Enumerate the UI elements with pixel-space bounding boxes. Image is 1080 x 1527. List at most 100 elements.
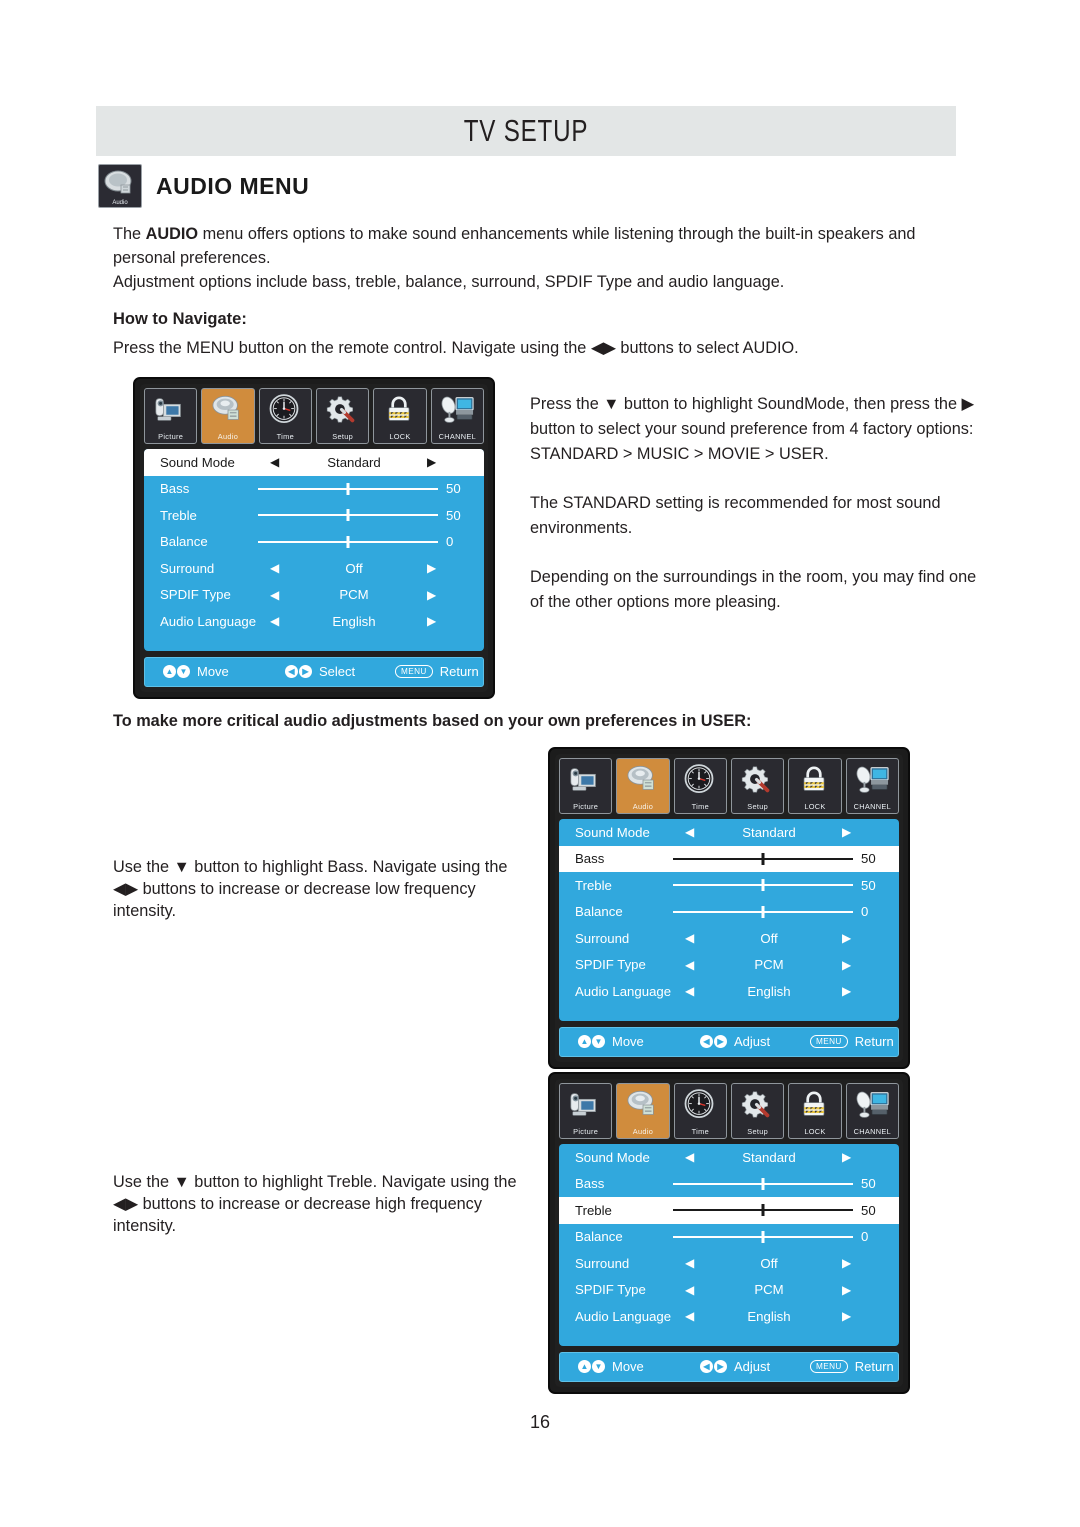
tab-picture[interactable]: Picture [559,1083,613,1139]
arrow-right-icon[interactable]: ▶ [842,1256,851,1270]
osd-row-sound-mode[interactable]: Sound Mode ◀ Standard ▶ [559,1144,899,1171]
osd-row-audio-language[interactable]: Audio Language ◀ English ▶ [559,1303,899,1330]
tab-time[interactable]: Time [673,1083,727,1139]
osd-slider-track[interactable] [258,535,438,548]
arrow-left-icon[interactable]: ◀ [270,614,279,628]
osd-row-bass[interactable]: Bass 50 [559,845,899,872]
footer-middle[interactable]: ◀ ▶ Adjust [700,1034,770,1049]
arrow-right-icon[interactable]: ▶ [427,561,436,575]
osd-row-bass[interactable]: Bass 50 [144,476,484,503]
footer-return[interactable]: MENU Return [810,1359,894,1374]
osd-row-treble[interactable]: Treble 50 [559,1197,899,1224]
arrow-right-icon[interactable]: ▶ [842,958,851,972]
osd-slider-track[interactable] [673,879,853,892]
tab-setup[interactable]: Setup [730,1083,785,1139]
tab-time[interactable]: Time [258,388,312,444]
arrow-left-icon[interactable]: ◀ [270,561,279,575]
tab-channel[interactable]: CHANNEL [845,758,899,814]
up-down-arrows-icon: ▲ ▼ [578,1035,605,1048]
osd-slider-track[interactable] [258,509,438,522]
up-down-arrows-icon: ▲ ▼ [163,665,190,678]
osd-slider-knob[interactable] [346,482,350,495]
osd-row-audio-language[interactable]: Audio Language ◀ English ▶ [144,608,484,635]
osd-slider-knob[interactable] [761,905,765,918]
tab-setup[interactable]: Setup [315,388,370,444]
footer-move[interactable]: ▲ ▼ Move [578,1034,644,1049]
footer-return[interactable]: MENU Return [810,1034,894,1049]
osd-footer-bar: ▲ ▼ Move ◀ ▶ Select MENU Return [144,656,484,687]
arrow-left-icon[interactable]: ◀ [685,1150,694,1164]
osd-row-balance[interactable]: Balance 0 [144,529,484,556]
osd-row-sound-mode[interactable]: Sound Mode ◀ Standard ▶ [144,449,484,476]
arrow-left-icon[interactable]: ◀ [685,984,694,998]
osd-slider-knob[interactable] [761,1230,765,1243]
footer-middle[interactable]: ◀ ▶ Adjust [700,1359,770,1374]
osd-slider-knob[interactable] [761,1177,765,1190]
tab-lock[interactable]: LOCK [788,1083,842,1139]
osd-row-treble[interactable]: Treble 50 [144,502,484,529]
tab-time[interactable]: Time [673,758,727,814]
tab-lock[interactable]: LOCK [788,758,842,814]
osd-row-surround[interactable]: Surround ◀ Off ▶ [559,1250,899,1277]
arrow-right-icon[interactable]: ▶ [427,455,436,469]
tab-channel[interactable]: CHANNEL [845,1083,899,1139]
tab-picture[interactable]: Picture [144,388,198,444]
tab-audio[interactable]: Audio [201,388,255,444]
arrow-right-icon[interactable]: ▶ [842,931,851,945]
tab-setup[interactable]: Setup [730,758,785,814]
osd-slider-knob[interactable] [761,879,765,892]
osd-slider-knob[interactable] [761,1204,765,1217]
osd-row-spdif-type[interactable]: SPDIF Type ◀ PCM ▶ [559,952,899,979]
osd-slider-track[interactable] [673,1204,853,1217]
arrow-right-icon[interactable]: ▶ [842,984,851,998]
right-column-text: Press the ▼ button to highlight SoundMod… [530,392,980,615]
tab-lock[interactable]: LOCK [373,388,427,444]
arrow-left-icon[interactable]: ◀ [685,825,694,839]
menu-key-icon: MENU [810,1360,848,1373]
arrow-left-icon[interactable]: ◀ [685,958,694,972]
osd-slider-track[interactable] [673,1230,853,1243]
osd-row-treble[interactable]: Treble 50 [559,872,899,899]
arrow-left-icon[interactable]: ◀ [270,455,279,469]
arrow-right-icon[interactable]: ▶ [427,614,436,628]
arrow-left-icon[interactable]: ◀ [685,931,694,945]
osd-slider-knob[interactable] [346,535,350,548]
osd-slider-track[interactable] [673,905,853,918]
osd-slider-value: 50 [861,877,876,893]
osd-row-spdif-type[interactable]: SPDIF Type ◀ PCM ▶ [144,582,484,609]
tab-label: LOCK [804,1127,826,1136]
osd-row-surround[interactable]: Surround ◀ Off ▶ [559,925,899,952]
osd-row-label: SPDIF Type [575,1282,646,1298]
tab-audio[interactable]: Audio [616,758,670,814]
osd-row-sound-mode[interactable]: Sound Mode ◀ Standard ▶ [559,819,899,846]
osd-row-bass[interactable]: Bass 50 [559,1171,899,1198]
arrow-right-icon[interactable]: ▶ [842,1283,851,1297]
footer-return[interactable]: MENU Return [395,664,479,679]
arrow-right-icon[interactable]: ▶ [842,825,851,839]
osd-row-value: English [747,1308,791,1324]
footer-move[interactable]: ▲ ▼ Move [578,1359,644,1374]
osd-slider-track[interactable] [673,1177,853,1190]
arrow-right-icon[interactable]: ▶ [842,1150,851,1164]
footer-middle[interactable]: ◀ ▶ Select [285,664,355,679]
osd-row-surround[interactable]: Surround ◀ Off ▶ [144,555,484,582]
osd-row-audio-language[interactable]: Audio Language ◀ English ▶ [559,978,899,1005]
osd-row-spdif-type[interactable]: SPDIF Type ◀ PCM ▶ [559,1277,899,1304]
osd-slider-knob[interactable] [346,509,350,522]
arrow-left-icon[interactable]: ◀ [685,1283,694,1297]
tab-audio[interactable]: Audio [616,1083,670,1139]
osd-slider-knob[interactable] [761,852,765,865]
arrow-right-icon[interactable]: ▶ [842,1309,851,1323]
tab-picture[interactable]: Picture [559,758,613,814]
arrow-left-icon[interactable]: ◀ [270,588,279,602]
osd-row-label: Sound Mode [160,454,235,470]
osd-row-balance[interactable]: Balance 0 [559,1224,899,1251]
osd-slider-track[interactable] [673,852,853,865]
arrow-left-icon[interactable]: ◀ [685,1309,694,1323]
arrow-left-icon[interactable]: ◀ [685,1256,694,1270]
osd-row-balance[interactable]: Balance 0 [559,899,899,926]
arrow-right-icon[interactable]: ▶ [427,588,436,602]
osd-slider-track[interactable] [258,482,438,495]
tab-channel[interactable]: CHANNEL [430,388,484,444]
footer-move[interactable]: ▲ ▼ Move [163,664,229,679]
